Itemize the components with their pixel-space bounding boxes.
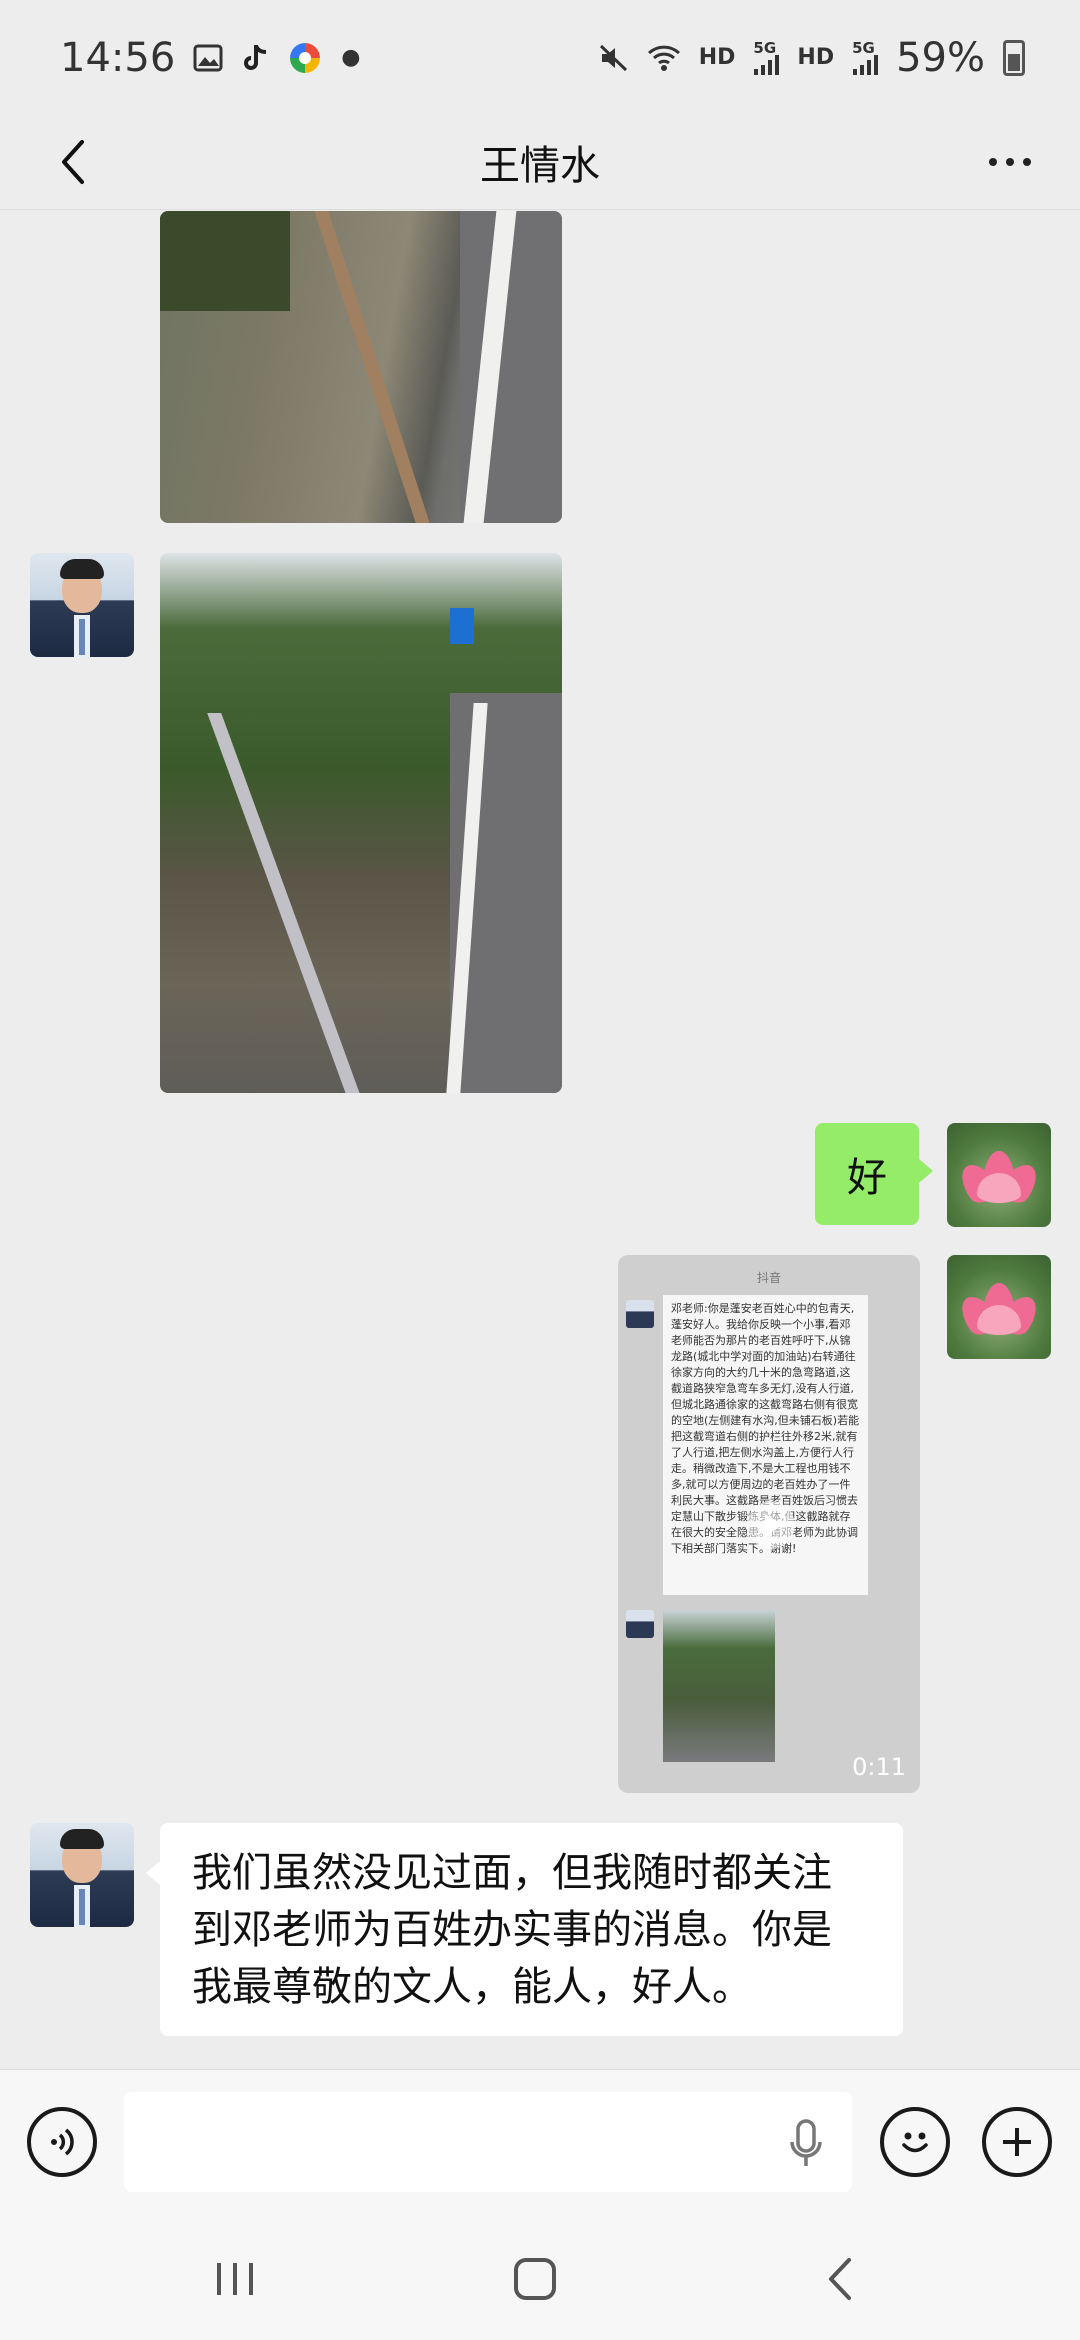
- emoji-icon[interactable]: [880, 2107, 950, 2177]
- video-preview-image: [663, 1610, 775, 1762]
- photo-message[interactable]: [160, 553, 562, 1093]
- message-input[interactable]: [124, 2092, 852, 2192]
- status-time: 14:56: [60, 34, 176, 81]
- my-avatar[interactable]: [947, 1255, 1051, 1359]
- video-preview-avatar: [626, 1610, 654, 1638]
- outgoing-text-bubble[interactable]: 好: [815, 1123, 933, 1225]
- chat-messages[interactable]: 好 抖音 邓老师:你是蓬安老百姓心中的包青天,蓬安好人。我给你反映一个小事,看邓…: [0, 211, 1080, 2069]
- microphone-icon[interactable]: [786, 2114, 826, 2174]
- battery-percent: 59%: [896, 34, 985, 81]
- status-left: 14:56 ●: [60, 35, 360, 81]
- incoming-text-bubble[interactable]: 我们虽然没见过面，但我随时都关注到邓老师为百姓办实事的消息。你是我最尊敬的文人，…: [146, 1823, 903, 2036]
- app-icon: [287, 40, 323, 76]
- system-navigation: [0, 2214, 1080, 2340]
- video-duration: 0:11: [852, 1753, 906, 1781]
- more-icon[interactable]: [970, 127, 1050, 197]
- signal-icon: 5G: [852, 40, 879, 75]
- recent-apps-icon[interactable]: [190, 2244, 280, 2314]
- video-message[interactable]: 抖音 邓老师:你是蓬安老百姓心中的包青天,蓬安好人。我给你反映一个小事,看邓老师…: [618, 1255, 920, 1793]
- picture-icon: [193, 44, 223, 72]
- contact-avatar[interactable]: [30, 1823, 134, 1927]
- play-icon[interactable]: [746, 1500, 796, 1550]
- battery-icon: [1003, 39, 1025, 76]
- video-preview-avatar: [626, 1300, 654, 1328]
- back-icon[interactable]: [38, 127, 108, 197]
- system-back-icon[interactable]: [795, 2244, 885, 2314]
- my-avatar[interactable]: [947, 1123, 1051, 1227]
- status-right: HD 5G HD 5G 59%: [599, 35, 1025, 81]
- mute-icon: [599, 43, 629, 73]
- wifi-icon: [647, 44, 681, 72]
- photo-message[interactable]: [160, 211, 562, 523]
- tiktok-icon: [241, 43, 269, 73]
- input-bar: [0, 2069, 1080, 2214]
- plus-icon[interactable]: [982, 2107, 1052, 2177]
- network-label-b: HD: [797, 45, 835, 70]
- network-label-a: HD: [698, 45, 736, 70]
- signal-icon: 5G: [753, 40, 780, 75]
- notification-dot-icon: ●: [341, 45, 361, 70]
- home-icon[interactable]: [490, 2244, 580, 2314]
- contact-avatar[interactable]: [30, 553, 134, 657]
- video-header-label: 抖音: [756, 1271, 781, 1285]
- status-bar: 14:56 ● HD 5G HD 5G 59%: [0, 0, 1080, 115]
- page-title: 王情水: [480, 143, 600, 189]
- voice-icon[interactable]: [27, 2107, 97, 2177]
- chat-header: 王情水: [0, 115, 1080, 210]
